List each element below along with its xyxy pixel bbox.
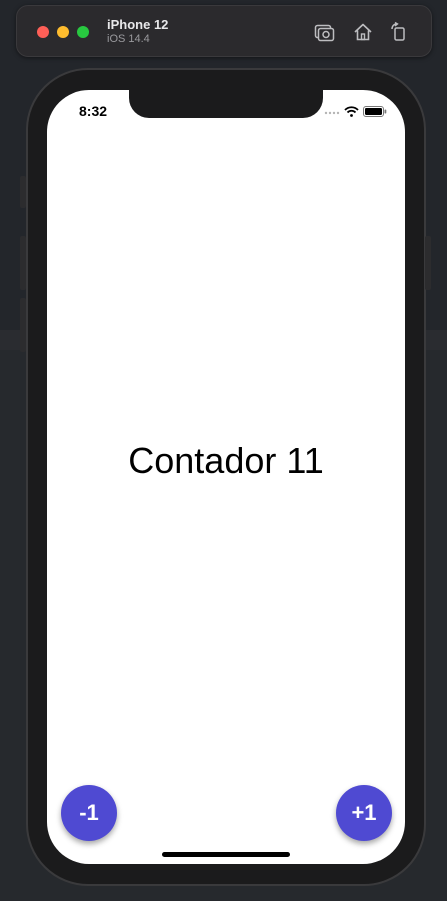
device-name: iPhone 12 xyxy=(107,17,169,32)
zoom-window-button[interactable] xyxy=(77,26,89,38)
counter-label: Contador 11 xyxy=(128,440,324,481)
notch xyxy=(129,90,323,118)
increment-button[interactable]: +1 xyxy=(336,785,392,841)
minimize-window-button[interactable] xyxy=(57,26,69,38)
rotate-icon[interactable] xyxy=(388,21,410,43)
power-button xyxy=(425,236,431,290)
simulator-window: iPhone 12 iOS 14.4 8:32 Contador 11 -1 +… xyxy=(0,0,447,901)
status-icons xyxy=(324,104,387,122)
mute-switch xyxy=(20,176,26,208)
decrement-button[interactable]: -1 xyxy=(61,785,117,841)
home-indicator[interactable] xyxy=(162,852,290,857)
status-time: 8:32 xyxy=(79,103,108,119)
volume-down-button xyxy=(20,298,26,352)
volume-up-button xyxy=(20,236,26,290)
home-icon[interactable] xyxy=(352,21,374,43)
wifi-icon xyxy=(344,104,359,122)
os-version: iOS 14.4 xyxy=(107,33,150,45)
phone-screen: 8:32 Contador 11 -1 +1 xyxy=(47,90,405,864)
battery-icon xyxy=(363,104,387,122)
simulator-title-bar: iPhone 12 iOS 14.4 xyxy=(16,5,432,57)
screenshot-icon[interactable] xyxy=(313,21,335,43)
close-window-button[interactable] xyxy=(37,26,49,38)
cellular-dots-icon xyxy=(324,109,340,118)
